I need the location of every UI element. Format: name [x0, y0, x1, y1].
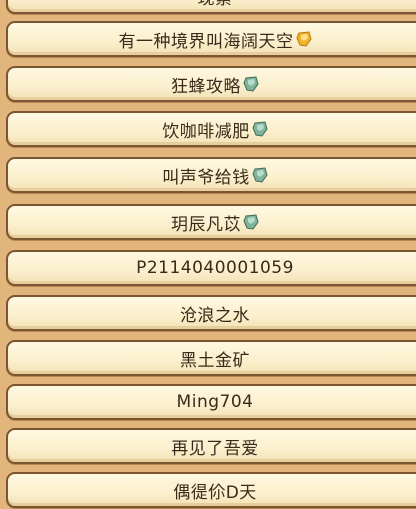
list-item[interactable]: 玥辰凡苡 [6, 204, 416, 240]
player-name: 沧浪之水 [180, 305, 250, 326]
list-item[interactable]: P2114040001059 [6, 250, 416, 286]
player-name: 现累 [198, 0, 233, 9]
green-gem-icon [243, 76, 259, 92]
green-gem-icon [252, 121, 268, 137]
green-gem-icon [243, 214, 259, 230]
list-item[interactable]: 饮咖啡减肥 [6, 111, 416, 147]
player-name: 玥辰凡苡 [171, 214, 241, 235]
player-name: 狂蜂攻略 [171, 76, 241, 97]
list-item[interactable]: 叫声爷给钱 [6, 157, 416, 193]
list-item[interactable]: 偶徥伱D天 [6, 472, 416, 508]
player-name: 黑土金矿 [180, 350, 250, 371]
list-item[interactable]: 有一种境界叫海阔天空 [6, 21, 416, 57]
list-item[interactable]: 再见了吾爱 [6, 428, 416, 464]
green-gem-icon [252, 167, 268, 183]
player-name: 叫声爷给钱 [162, 167, 250, 188]
player-name: 有一种境界叫海阔天空 [118, 31, 294, 52]
friend-list-panel: 现累 有一种境界叫海阔天空 狂蜂攻略 饮咖啡减肥 叫声爷给钱 [0, 0, 416, 509]
player-name: P2114040001059 [136, 258, 294, 278]
player-name: 饮咖啡减肥 [162, 121, 250, 142]
player-list: 现累 有一种境界叫海阔天空 狂蜂攻略 饮咖啡减肥 叫声爷给钱 [0, 0, 416, 509]
list-item[interactable]: Ming704 [6, 384, 416, 420]
list-item[interactable]: 现累 [6, 0, 416, 14]
gold-gem-icon [295, 31, 312, 47]
player-name: 再见了吾爱 [171, 438, 259, 459]
player-name: Ming704 [176, 392, 254, 412]
list-item[interactable]: 狂蜂攻略 [6, 66, 416, 102]
list-item[interactable]: 沧浪之水 [6, 295, 416, 331]
list-item[interactable]: 黑土金矿 [6, 340, 416, 376]
player-name: 偶徥伱D天 [173, 482, 257, 503]
